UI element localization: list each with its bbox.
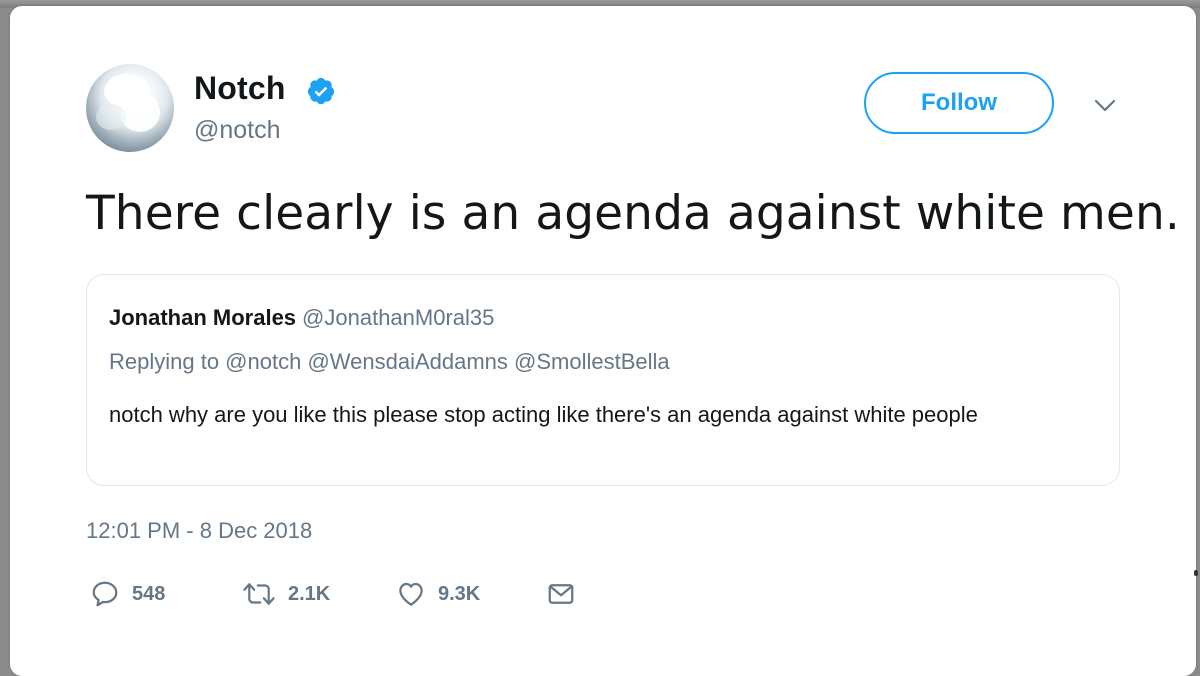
tweet-timestamp[interactable]: 12:01 PM - 8 Dec 2018 — [86, 518, 312, 544]
follow-button[interactable]: Follow — [864, 72, 1054, 134]
reply-action[interactable]: 548 — [90, 578, 165, 610]
reply-count: 548 — [132, 582, 166, 605]
verified-badge-icon — [307, 77, 335, 105]
author-handle[interactable]: @notch — [194, 116, 281, 145]
quoted-author-handle[interactable]: @JonathanM0ral35 — [302, 305, 494, 330]
like-count: 9.3K — [438, 582, 481, 605]
tweet-card: Notch @notch Follow There clearly is an … — [10, 6, 1196, 676]
quoted-tweet[interactable]: Jonathan Morales @JonathanM0ral35 Replyin… — [86, 274, 1120, 486]
replying-to: Replying to @notch @WensdaiAddamns @Smol… — [109, 349, 670, 374]
edge-marker — [1194, 570, 1198, 576]
heart-icon[interactable] — [396, 579, 426, 609]
retweet-count: 2.1K — [288, 582, 331, 605]
quoted-author[interactable]: Jonathan Morales @JonathanM0ral35 — [109, 305, 494, 331]
retweet-action[interactable]: 2.1K — [242, 578, 330, 610]
avatar[interactable] — [86, 64, 174, 152]
quoted-author-name[interactable]: Jonathan Morales — [109, 305, 296, 330]
like-action[interactable]: 9.3K — [396, 578, 480, 610]
message-action[interactable] — [546, 578, 576, 610]
tweet-text: There clearly is an agenda against white… — [86, 186, 1180, 241]
envelope-icon[interactable] — [546, 579, 576, 609]
quoted-tweet-text: notch why are you like this please stop … — [109, 402, 978, 427]
reply-icon[interactable] — [90, 579, 120, 609]
author-name[interactable]: Notch — [194, 70, 286, 107]
retweet-icon[interactable] — [242, 579, 276, 609]
chevron-down-icon[interactable] — [1094, 99, 1116, 113]
